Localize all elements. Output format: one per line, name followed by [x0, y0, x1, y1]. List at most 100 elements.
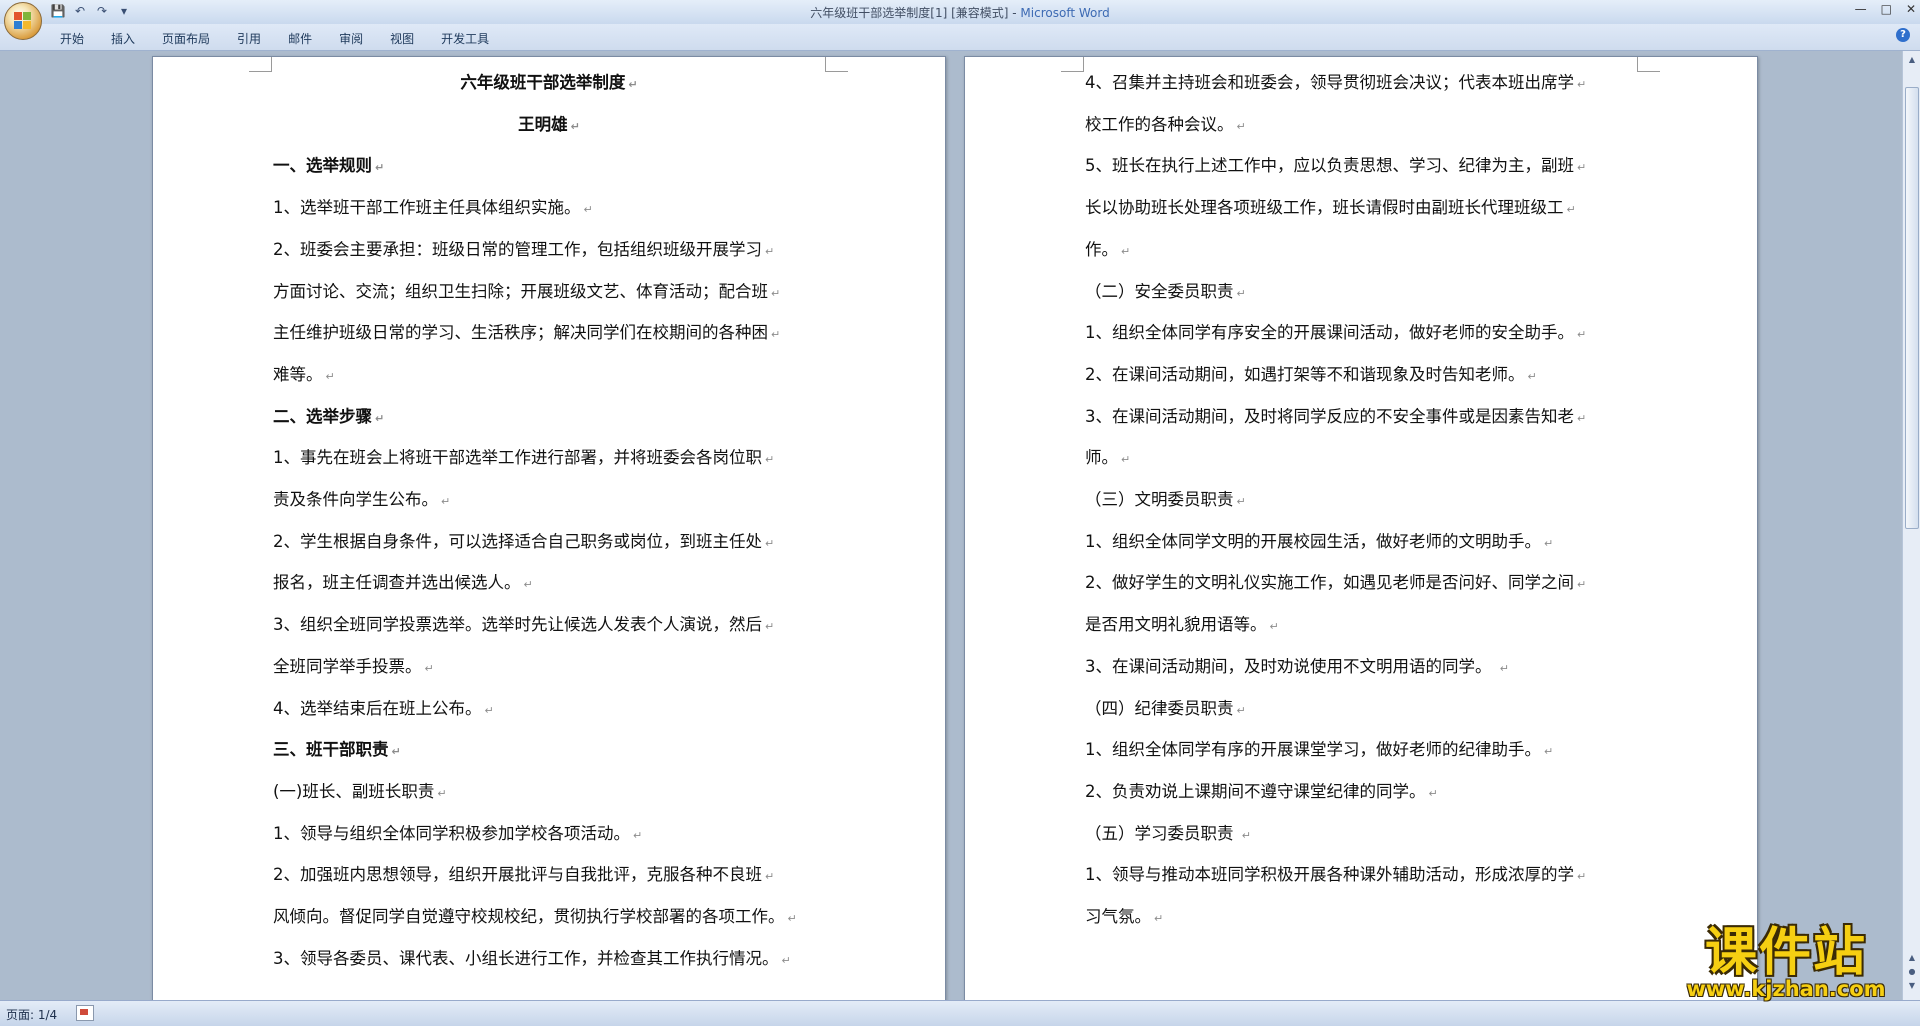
scroll-up-icon[interactable]: ▲: [1905, 53, 1919, 67]
paragraph-line: 3、组织全班同学投票选举。选举时先让候选人发表个人演说，然后 ↵: [273, 615, 774, 637]
tab-developer[interactable]: 开发工具: [429, 28, 504, 49]
close-icon[interactable]: ✕: [1906, 2, 1916, 16]
office-button[interactable]: [4, 2, 42, 40]
proofing-icon[interactable]: [76, 1005, 94, 1021]
paragraph-line: 报名，班主任调查并选出候选人。 ↵: [273, 573, 533, 595]
paragraph-line: 1、领导与推动本班同学积极开展各种课外辅助活动，形成浓厚的学 ↵: [1085, 865, 1586, 887]
line-text: 六年级班干部选举制度: [460, 73, 626, 92]
line-text: 1、组织全体同学有序的开展课堂学习，做好老师的纪律助手。: [1085, 740, 1541, 760]
paragraph-line: （五）学习委员职责 ↵: [1085, 824, 1251, 846]
paragraph-mark: ↵: [765, 620, 775, 634]
paragraph-mark: ↵: [1241, 828, 1251, 842]
paragraph-mark: ↵: [765, 453, 775, 467]
line-text: 4、召集并主持班会和班委会，领导贯彻班会决议；代表本班出席学: [1085, 73, 1574, 92]
line-text: 1、领导与推动本班同学积极开展各种课外辅助活动，形成浓厚的学: [1085, 865, 1574, 885]
help-icon[interactable]: ?: [1896, 28, 1910, 42]
paragraph-mark: ↵: [1544, 745, 1554, 759]
paragraph-mark: ↵: [765, 870, 775, 884]
paragraph-mark: ↵: [1269, 620, 1279, 634]
paragraph-line: 4、召集并主持班会和班委会，领导贯彻班会决议；代表本班出席学 ↵: [1085, 73, 1586, 95]
paragraph-mark: ↵: [1577, 578, 1587, 592]
line-text: 是否用文明礼貌用语等。: [1085, 615, 1267, 635]
next-page-icon[interactable]: ▼: [1905, 979, 1919, 993]
previous-page-icon[interactable]: ▲: [1905, 951, 1919, 965]
line-text: 2、负责劝说上课期间不遵守课堂纪律的同学。: [1085, 781, 1426, 801]
paragraph-line: 是否用文明礼貌用语等。 ↵: [1085, 615, 1279, 637]
paragraph-mark: ↵: [1544, 536, 1554, 550]
paragraph-line: 1、事先在班会上将班干部选举工作进行部署，并将班委会各岗位职 ↵: [273, 448, 774, 470]
document-page[interactable]: 4、召集并主持班会和班委会，领导贯彻班会决议；代表本班出席学 ↵ 校工作的各种会议。…: [964, 56, 1758, 1000]
tab-references[interactable]: 引用: [225, 28, 276, 49]
paragraph-mark: ↵: [771, 286, 781, 300]
paragraph-mark: ↵: [1236, 495, 1246, 508]
paragraph-line: 作。 ↵: [1085, 240, 1130, 262]
tab-review[interactable]: 审阅: [327, 28, 378, 49]
paragraph-mark: ↵: [325, 369, 335, 383]
vertical-scrollbar[interactable]: ▲ ▲ ● ▼: [1902, 51, 1920, 1000]
window-controls: — □ ✕: [1855, 2, 1916, 16]
crop-mark: [249, 57, 272, 72]
minimize-icon[interactable]: —: [1855, 2, 1867, 16]
line-text: 3、在课间活动期间，及时将同学反应的不安全事件或是因素告知老: [1085, 406, 1574, 426]
paragraph-mark: ↵: [1121, 453, 1131, 467]
maximize-icon[interactable]: □: [1881, 2, 1892, 16]
tab-page-layout[interactable]: 页面布局: [150, 28, 225, 49]
paragraph-mark: ↵: [1121, 244, 1131, 258]
line-text: （五）学习委员职责: [1085, 823, 1239, 843]
paragraph-mark: ↵: [375, 161, 385, 175]
paragraph-mark: ↵: [1236, 119, 1246, 133]
tab-home[interactable]: 开始: [48, 28, 99, 49]
browse-object-icon[interactable]: ●: [1905, 965, 1919, 979]
line-text: 作。: [1085, 239, 1118, 259]
paragraph-mark: ↵: [1154, 912, 1164, 925]
paragraph-line: 1、组织全体同学有序的开展课堂学习，做好老师的纪律助手。 ↵: [1085, 740, 1553, 762]
line-text: 2、在课间活动期间，如遇打架等不和谐现象及时告知老师。: [1085, 364, 1525, 384]
line-text: 习气氛。: [1085, 907, 1151, 926]
crop-mark: [1061, 57, 1084, 72]
scrollbar-thumb[interactable]: [1905, 87, 1919, 529]
line-text: （三）文明委员职责: [1085, 490, 1234, 509]
app-name: Microsoft Word: [1020, 6, 1110, 20]
page-count-status[interactable]: 页面: 1/4: [6, 1006, 57, 1023]
paragraph-line: 2、负责劝说上课期间不遵守课堂纪律的同学。 ↵: [1085, 782, 1438, 804]
line-text: 2、加强班内思想领导，组织开展批评与自我批评，克服各种不良班: [273, 865, 762, 885]
paragraph-mark: ↵: [765, 536, 775, 550]
line-text: 长以协助班长处理各项班级工作，班长请假时由副班长代理班级工: [1085, 198, 1564, 218]
watermark-url: www.kjzhan.com: [1686, 977, 1886, 1001]
document-area: 六年级班干部选举制度 ↵ 王明雄 ↵ 一、选举规则 ↵ 1、选举班干部工作班主任具体组织实施…: [0, 51, 1900, 1000]
section-heading: 二、选举步骤 ↵: [273, 407, 384, 429]
paragraph-mark: ↵: [633, 828, 643, 842]
paragraph-mark: ↵: [628, 78, 638, 91]
line-text: 全班同学举手投票。: [273, 656, 422, 676]
line-text: 报名，班主任调查并选出候选人。: [273, 573, 521, 593]
tab-mailings[interactable]: 邮件: [276, 28, 327, 49]
line-text: 3、领导各委员、课代表、小组长进行工作，并检查其工作执行情况。: [273, 948, 779, 968]
paragraph-mark: ↵: [787, 912, 797, 925]
paragraph-mark: ↵: [441, 495, 451, 508]
paragraph-mark: ↵: [484, 703, 494, 717]
status-bar: 页面: 1/4: [0, 1000, 1920, 1026]
paragraph-mark: ↵: [424, 661, 434, 675]
line-text: 责及条件向学生公布。: [273, 490, 438, 509]
paragraph-mark: ↵: [1527, 369, 1537, 383]
paragraph-mark: ↵: [1577, 328, 1587, 342]
section-heading: 三、班干部职责 ↵: [273, 740, 401, 762]
paragraph-mark: ↵: [781, 953, 791, 967]
document-page[interactable]: 六年级班干部选举制度 ↵ 王明雄 ↵ 一、选举规则 ↵ 1、选举班干部工作班主任具体组织实施…: [152, 56, 946, 1000]
paragraph-line: 校工作的各种会议。 ↵: [1085, 115, 1246, 137]
line-text: 3、组织全班同学投票选举。选举时先让候选人发表个人演说，然后: [273, 615, 762, 635]
paragraph-mark: ↵: [375, 411, 385, 425]
paragraph-line: 2、在课间活动期间，如遇打架等不和谐现象及时告知老师。 ↵: [1085, 365, 1537, 387]
document-title: 六年级班干部选举制度[1] [兼容模式] -: [810, 6, 1021, 20]
paragraph-mark: ↵: [1566, 203, 1576, 217]
ribbon: 开始 插入 页面布局 引用 邮件 审阅 视图 开发工具 ?: [0, 24, 1920, 51]
paragraph-mark: ↵: [1577, 161, 1587, 175]
paragraph-line: 长以协助班长处理各项班级工作，班长请假时由副班长代理班级工 ↵: [1085, 198, 1576, 220]
paragraph-line: 1、领导与组织全体同学积极参加学校各项活动。 ↵: [273, 824, 642, 846]
tab-insert[interactable]: 插入: [99, 28, 150, 49]
tab-view[interactable]: 视图: [378, 28, 429, 49]
line-text: 3、在课间活动期间，及时劝说使用不文明用语的同学。: [1085, 656, 1497, 676]
paragraph-mark: ↵: [391, 745, 401, 759]
paragraph-line: 2、学生根据自身条件，可以选择适合自己职务或岗位，到班主任处 ↵: [273, 532, 774, 554]
paragraph-mark: ↵: [437, 786, 447, 800]
